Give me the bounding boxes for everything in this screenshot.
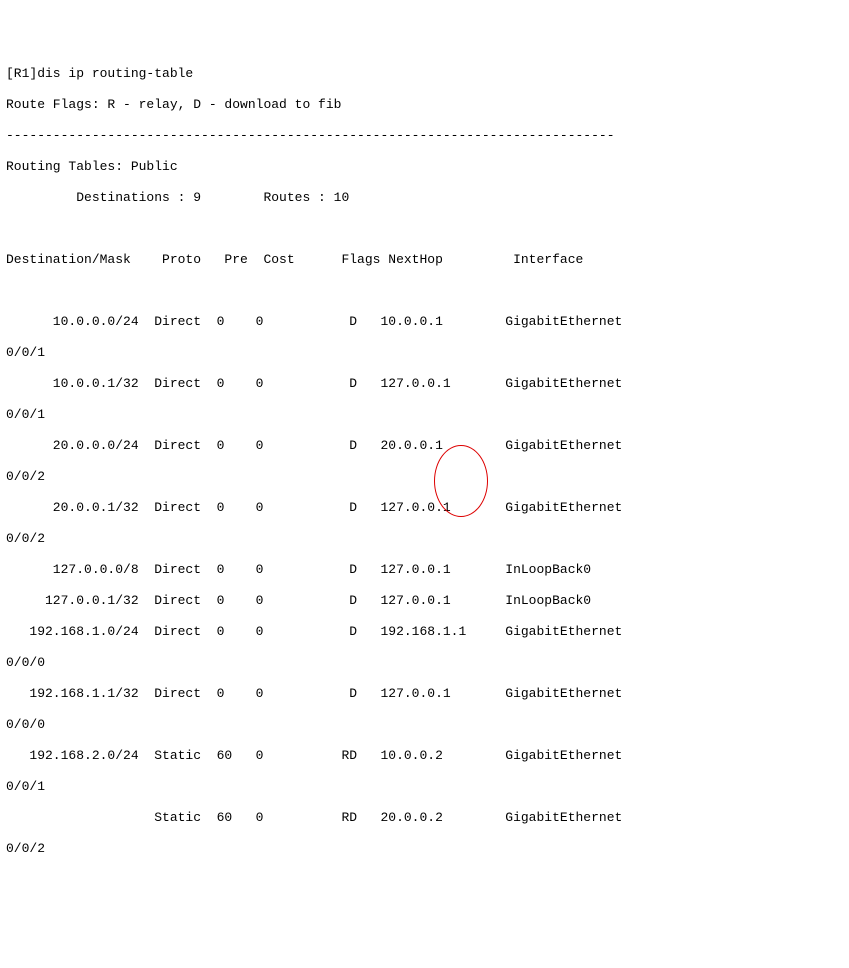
flags-legend: Route Flags: R - relay, D - download to … bbox=[6, 97, 843, 113]
table-row-wrap: 0/0/0 bbox=[6, 655, 843, 671]
table-row-wrap: 0/0/2 bbox=[6, 531, 843, 547]
table-title: Routing Tables: Public bbox=[6, 159, 843, 175]
table-row-wrap: 0/0/2 bbox=[6, 841, 843, 857]
blank-line bbox=[6, 221, 843, 237]
divider: ----------------------------------------… bbox=[6, 128, 843, 144]
table-row: 127.0.0.0/8 Direct 0 0 D 127.0.0.1 InLoo… bbox=[6, 562, 843, 578]
table-row: Static 60 0 RD 20.0.0.2 GigabitEthernet bbox=[6, 810, 843, 826]
table-row-wrap: 0/0/2 bbox=[6, 469, 843, 485]
table-row-wrap: 0/0/1 bbox=[6, 407, 843, 423]
table-row: 192.168.2.0/24 Static 60 0 RD 10.0.0.2 G… bbox=[6, 748, 843, 764]
table-row: 10.0.0.1/32 Direct 0 0 D 127.0.0.1 Gigab… bbox=[6, 376, 843, 392]
table-row-wrap: 0/0/1 bbox=[6, 345, 843, 361]
table-row: 127.0.0.1/32 Direct 0 0 D 127.0.0.1 InLo… bbox=[6, 593, 843, 609]
table-row: 10.0.0.0/24 Direct 0 0 D 10.0.0.1 Gigabi… bbox=[6, 314, 843, 330]
table-header: Destination/Mask Proto Pre Cost Flags Ne… bbox=[6, 252, 843, 268]
blank-line bbox=[6, 283, 843, 299]
table-row: 192.168.1.1/32 Direct 0 0 D 127.0.0.1 Gi… bbox=[6, 686, 843, 702]
table-row: 192.168.1.0/24 Direct 0 0 D 192.168.1.1 … bbox=[6, 624, 843, 640]
command-prompt: [R1]dis ip routing-table bbox=[6, 66, 843, 82]
table-summary: Destinations : 9 Routes : 10 bbox=[6, 190, 843, 206]
table-row: 20.0.0.1/32 Direct 0 0 D 127.0.0.1 Gigab… bbox=[6, 500, 843, 516]
table-row-wrap: 0/0/0 bbox=[6, 717, 843, 733]
table-row: 20.0.0.0/24 Direct 0 0 D 20.0.0.1 Gigabi… bbox=[6, 438, 843, 454]
table-row-wrap: 0/0/1 bbox=[6, 779, 843, 795]
